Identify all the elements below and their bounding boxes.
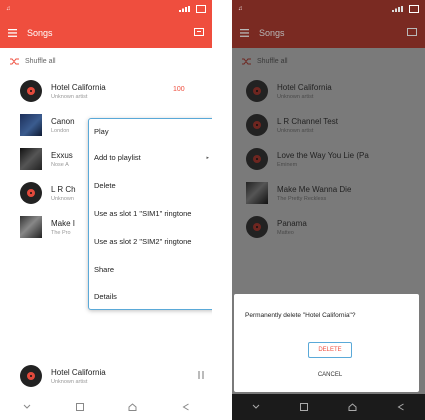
song-artist: Nose A bbox=[51, 161, 69, 168]
recents-icon[interactable] bbox=[296, 399, 312, 415]
song-row-hotel-california[interactable]: Hotel California Unknown artist 100 bbox=[0, 74, 212, 108]
app-bar: Songs bbox=[232, 18, 425, 48]
vinyl-disc-icon bbox=[20, 365, 42, 387]
shuffle-all-button[interactable]: Shuffle all bbox=[232, 48, 425, 74]
chevron-down-icon[interactable] bbox=[248, 399, 264, 415]
song-row-panama[interactable]: Panama Matteo bbox=[232, 210, 425, 244]
shuffle-label: Shuffle all bbox=[257, 57, 288, 65]
cast-icon[interactable] bbox=[407, 28, 417, 36]
menu-icon[interactable] bbox=[240, 29, 249, 37]
menu-item-share[interactable]: Share bbox=[94, 265, 209, 274]
song-context-menu: Play Add to playlist ▸ Delete Use as slot… bbox=[88, 118, 212, 310]
dialog-message: Permanently delete "Hotel California"? bbox=[245, 312, 356, 319]
cancel-button[interactable]: CANCEL bbox=[308, 368, 352, 382]
song-row-hotel-california[interactable]: Hotel California Unknown artist bbox=[232, 74, 425, 108]
album-art bbox=[20, 148, 42, 170]
song-title: Make I bbox=[51, 218, 76, 228]
shuffle-icon bbox=[242, 58, 251, 64]
album-art bbox=[20, 216, 42, 238]
menu-item-details[interactable]: Details bbox=[94, 292, 209, 301]
recents-icon[interactable] bbox=[72, 399, 88, 415]
song-row-lr-channel-test[interactable]: L R Channel Test Unknown artist bbox=[232, 108, 425, 142]
back-icon[interactable] bbox=[178, 399, 194, 415]
right-screen: ♫ Songs Shuffle all Hotel California Unk… bbox=[232, 0, 425, 420]
shuffle-all-button[interactable]: Shuffle all bbox=[0, 48, 212, 74]
vinyl-disc-icon bbox=[246, 80, 268, 102]
pause-icon[interactable] bbox=[198, 371, 204, 379]
now-playing-title: Hotel California bbox=[51, 367, 106, 377]
vinyl-disc-icon bbox=[20, 182, 42, 204]
song-row-make-me-wanna-die[interactable]: Make Me Wanna Die The Pretty Reckless bbox=[232, 176, 425, 210]
cast-icon[interactable] bbox=[194, 28, 204, 36]
song-artist: Eminem bbox=[277, 161, 298, 168]
song-artist: Unknown artist bbox=[277, 93, 314, 100]
song-title: Love the Way You Lie (Pa bbox=[277, 150, 369, 160]
home-icon[interactable] bbox=[345, 399, 361, 415]
song-row-love-the-way[interactable]: Love the Way You Lie (Pa Eminem bbox=[232, 142, 425, 176]
vinyl-disc-icon bbox=[246, 114, 268, 136]
back-icon[interactable] bbox=[393, 399, 409, 415]
menu-item-delete[interactable]: Delete bbox=[94, 181, 209, 190]
vinyl-disc-icon bbox=[246, 216, 268, 238]
vinyl-disc-icon bbox=[246, 148, 268, 170]
song-title: L R Ch bbox=[51, 184, 76, 194]
song-title: Hotel California bbox=[277, 82, 332, 92]
signal-icon bbox=[178, 6, 190, 12]
status-bar: ♫ bbox=[0, 0, 212, 18]
album-art bbox=[20, 114, 42, 136]
delete-confirm-dialog: Permanently delete "Hotel California"? D… bbox=[234, 294, 419, 392]
song-artist: Unknown artist bbox=[51, 93, 88, 100]
song-title: Panama bbox=[277, 218, 307, 228]
song-title: Make Me Wanna Die bbox=[277, 184, 352, 194]
now-playing-artist: Unknown artist bbox=[51, 378, 88, 385]
submenu-arrow-icon: ▸ bbox=[206, 154, 209, 161]
page-title: Songs bbox=[27, 28, 53, 38]
vinyl-disc-icon bbox=[20, 80, 42, 102]
song-title: Exxus bbox=[51, 150, 73, 160]
signal-icon bbox=[391, 6, 403, 12]
song-artist: The Pro bbox=[51, 229, 71, 236]
app-bar: Songs bbox=[0, 18, 212, 48]
chevron-down-icon[interactable] bbox=[19, 399, 35, 415]
menu-item-play[interactable]: Play bbox=[94, 127, 209, 136]
menu-item-add-to-playlist[interactable]: Add to playlist ▸ bbox=[94, 153, 209, 162]
system-nav-bar bbox=[232, 394, 425, 420]
shuffle-icon bbox=[10, 58, 19, 64]
song-artist: Unknown bbox=[51, 195, 74, 202]
home-icon[interactable] bbox=[125, 399, 141, 415]
left-screen: ♫ Songs Shuffle all Hotel California Unk… bbox=[0, 0, 212, 420]
menu-item-sim2-ringtone[interactable]: Use as slot 2 "SIM2" ringtone bbox=[94, 237, 209, 246]
battery-icon bbox=[195, 5, 206, 13]
menu-icon[interactable] bbox=[8, 29, 17, 37]
song-title: Canon bbox=[51, 116, 75, 126]
delete-button[interactable]: DELETE bbox=[308, 342, 352, 358]
music-note-icon: ♫ bbox=[6, 6, 11, 12]
song-artist: London bbox=[51, 127, 70, 134]
system-nav-bar bbox=[0, 394, 212, 420]
menu-item-sim1-ringtone[interactable]: Use as slot 1 "SIM1" ringtone bbox=[94, 209, 209, 218]
song-title: Hotel California bbox=[51, 82, 106, 92]
status-bar: ♫ bbox=[232, 0, 425, 18]
page-title: Songs bbox=[259, 28, 285, 38]
music-note-icon: ♫ bbox=[238, 6, 243, 12]
album-art bbox=[246, 182, 268, 204]
now-playing-bar[interactable]: Hotel California Unknown artist bbox=[0, 358, 212, 394]
song-artist: Matteo bbox=[277, 229, 294, 236]
song-title: L R Channel Test bbox=[277, 116, 338, 126]
song-artist: Unknown artist bbox=[277, 127, 314, 134]
battery-icon bbox=[408, 5, 419, 13]
song-artist: The Pretty Reckless bbox=[277, 195, 327, 202]
shuffle-label: Shuffle all bbox=[25, 57, 56, 65]
song-badge: 100 bbox=[173, 86, 185, 93]
